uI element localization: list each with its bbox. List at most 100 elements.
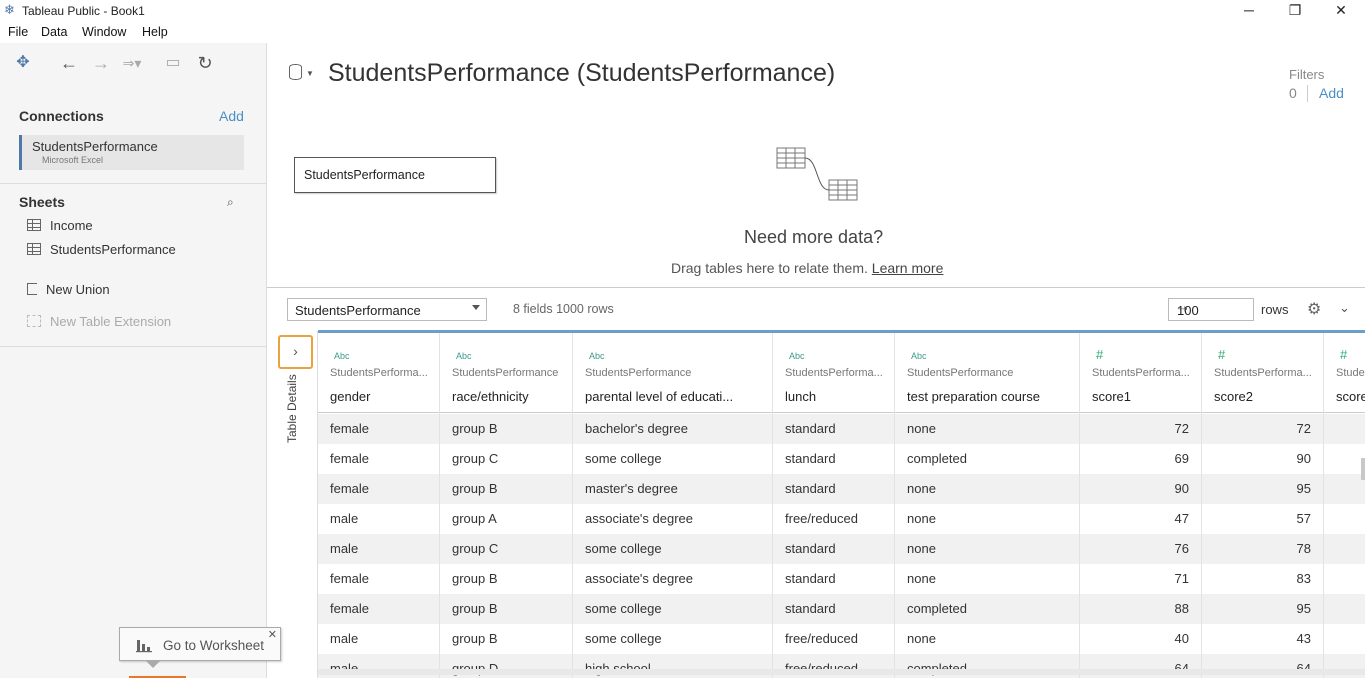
table-cell[interactable] bbox=[1324, 564, 1365, 594]
add-connection-link[interactable]: Add bbox=[219, 108, 244, 124]
table-cell[interactable]: 71 bbox=[1080, 564, 1201, 594]
table-cell[interactable] bbox=[1324, 594, 1365, 624]
table-cell[interactable]: 95 bbox=[1202, 594, 1323, 624]
table-cell[interactable] bbox=[1324, 504, 1365, 534]
table-cell[interactable]: completed bbox=[895, 444, 1079, 474]
table-cell[interactable]: 43 bbox=[1202, 624, 1323, 654]
chevron-down-icon[interactable]: ⌄ bbox=[1339, 300, 1350, 316]
menu-file[interactable]: File bbox=[8, 25, 28, 39]
column-name[interactable]: score2 bbox=[1214, 389, 1253, 404]
refresh-icon[interactable]: ↻ bbox=[193, 52, 217, 74]
table-cell[interactable]: male bbox=[318, 534, 439, 564]
table-cell[interactable]: standard bbox=[773, 414, 894, 444]
table-cell[interactable] bbox=[1324, 534, 1365, 564]
string-type-icon[interactable]: Abc bbox=[334, 351, 350, 361]
column-header[interactable]: Abc StudentsPerformance parental level of … bbox=[573, 333, 772, 413]
number-type-icon[interactable]: # bbox=[1340, 347, 1347, 362]
column-name[interactable]: parental level of educati... bbox=[585, 389, 733, 404]
sheet-item-income[interactable]: Income bbox=[27, 218, 93, 236]
table-cell[interactable]: none bbox=[895, 474, 1079, 504]
column-header[interactable]: # StudentsPerforma... score1 bbox=[1080, 333, 1201, 413]
restore-button[interactable]: ❐ bbox=[1272, 0, 1318, 22]
table-cell[interactable]: 72 bbox=[1202, 414, 1323, 444]
column-name[interactable]: score bbox=[1336, 389, 1365, 404]
table-cell[interactable]: 95 bbox=[1202, 474, 1323, 504]
table-cell[interactable]: standard bbox=[773, 594, 894, 624]
table-cell[interactable]: standard bbox=[773, 564, 894, 594]
string-type-icon[interactable]: Abc bbox=[911, 351, 927, 361]
table-cell[interactable]: some college bbox=[573, 444, 772, 474]
column-name[interactable]: score1 bbox=[1092, 389, 1131, 404]
string-type-icon[interactable]: Abc bbox=[589, 351, 605, 361]
table-cell[interactable]: 57 bbox=[1202, 504, 1323, 534]
new-union-item[interactable]: New Union bbox=[27, 282, 110, 300]
table-select[interactable]: StudentsPerformance bbox=[287, 298, 487, 321]
table-cell[interactable]: group B bbox=[440, 414, 572, 444]
close-button[interactable]: ✕ bbox=[1318, 0, 1364, 22]
column-header[interactable]: Abc StudentsPerformance test preparation c… bbox=[895, 333, 1079, 413]
table-cell[interactable]: 40 bbox=[1080, 624, 1201, 654]
column-header[interactable]: # Studen score bbox=[1324, 333, 1365, 413]
table-cell[interactable]: none bbox=[895, 564, 1079, 594]
table-cell[interactable]: 72 bbox=[1080, 414, 1201, 444]
table-cell[interactable]: completed bbox=[895, 594, 1079, 624]
table-cell[interactable]: master's degree bbox=[573, 474, 772, 504]
table-cell[interactable]: 76 bbox=[1080, 534, 1201, 564]
table-cell[interactable]: 88 bbox=[1080, 594, 1201, 624]
column-header[interactable]: Abc StudentsPerformance race/ethnicity bbox=[440, 333, 572, 413]
add-filter-link[interactable]: Add bbox=[1319, 85, 1344, 101]
table-cell[interactable]: none bbox=[895, 624, 1079, 654]
learn-more-link[interactable]: Learn more bbox=[872, 260, 944, 276]
connection-item[interactable]: StudentsPerformance Microsoft Excel bbox=[19, 135, 244, 170]
table-cell[interactable] bbox=[1324, 444, 1365, 474]
table-cell[interactable]: 90 bbox=[1202, 444, 1323, 474]
vertical-scrollbar[interactable] bbox=[1361, 458, 1365, 480]
table-cell[interactable]: group B bbox=[440, 624, 572, 654]
table-cell[interactable]: bachelor's degree bbox=[573, 414, 772, 444]
table-cell[interactable] bbox=[1324, 474, 1365, 504]
table-cell[interactable]: associate's degree bbox=[573, 564, 772, 594]
table-cell[interactable]: free/reduced bbox=[773, 624, 894, 654]
table-cell[interactable]: 47 bbox=[1080, 504, 1201, 534]
save-icon[interactable]: ▭ bbox=[161, 52, 185, 74]
table-cell[interactable] bbox=[1324, 414, 1365, 444]
number-type-icon[interactable]: # bbox=[1218, 347, 1225, 362]
minimize-button[interactable]: ─ bbox=[1226, 0, 1272, 22]
horizontal-scrollbar[interactable] bbox=[318, 669, 1365, 675]
table-cell[interactable]: none bbox=[895, 534, 1079, 564]
table-cell[interactable]: standard bbox=[773, 444, 894, 474]
table-cell[interactable] bbox=[1324, 624, 1365, 654]
table-cell[interactable]: 78 bbox=[1202, 534, 1323, 564]
tableau-start-icon[interactable]: ✥ bbox=[11, 52, 35, 74]
sheet-item-studentsperformance[interactable]: StudentsPerformance bbox=[27, 242, 176, 260]
logical-table[interactable]: StudentsPerformance bbox=[294, 157, 496, 193]
table-cell[interactable]: female bbox=[318, 414, 439, 444]
column-name[interactable]: race/ethnicity bbox=[452, 389, 529, 404]
rows-input[interactable]: 100 ➝ bbox=[1168, 298, 1254, 321]
menu-help[interactable]: Help bbox=[142, 25, 168, 39]
string-type-icon[interactable]: Abc bbox=[456, 351, 472, 361]
search-icon[interactable]: ⌕ bbox=[227, 195, 234, 210]
table-cell[interactable]: group C bbox=[440, 534, 572, 564]
column-name[interactable]: test preparation course bbox=[907, 389, 1040, 404]
table-cell[interactable]: female bbox=[318, 564, 439, 594]
redo-icon[interactable]: → bbox=[89, 52, 113, 74]
go-to-worksheet-tooltip[interactable]: Go to Worksheet ✕ bbox=[119, 627, 281, 661]
table-cell[interactable]: male bbox=[318, 504, 439, 534]
datasource-title[interactable]: StudentsPerformance (StudentsPerformance… bbox=[328, 59, 835, 88]
table-cell[interactable]: group B bbox=[440, 474, 572, 504]
new-table-extension-item[interactable]: New Table Extension bbox=[27, 314, 171, 332]
column-header[interactable]: # StudentsPerforma... score2 bbox=[1202, 333, 1323, 413]
table-cell[interactable]: female bbox=[318, 474, 439, 504]
table-cell[interactable]: 90 bbox=[1080, 474, 1201, 504]
menu-window[interactable]: Window bbox=[82, 25, 126, 39]
expand-button[interactable]: › bbox=[278, 335, 313, 369]
table-cell[interactable]: none bbox=[895, 414, 1079, 444]
menu-data[interactable]: Data bbox=[41, 25, 67, 39]
table-cell[interactable]: female bbox=[318, 444, 439, 474]
table-details-label[interactable]: Table Details bbox=[285, 374, 299, 443]
chevron-down-icon[interactable]: ▼ bbox=[306, 69, 314, 78]
close-icon[interactable]: ✕ bbox=[268, 628, 277, 641]
table-cell[interactable]: 69 bbox=[1080, 444, 1201, 474]
table-cell[interactable]: free/reduced bbox=[773, 504, 894, 534]
